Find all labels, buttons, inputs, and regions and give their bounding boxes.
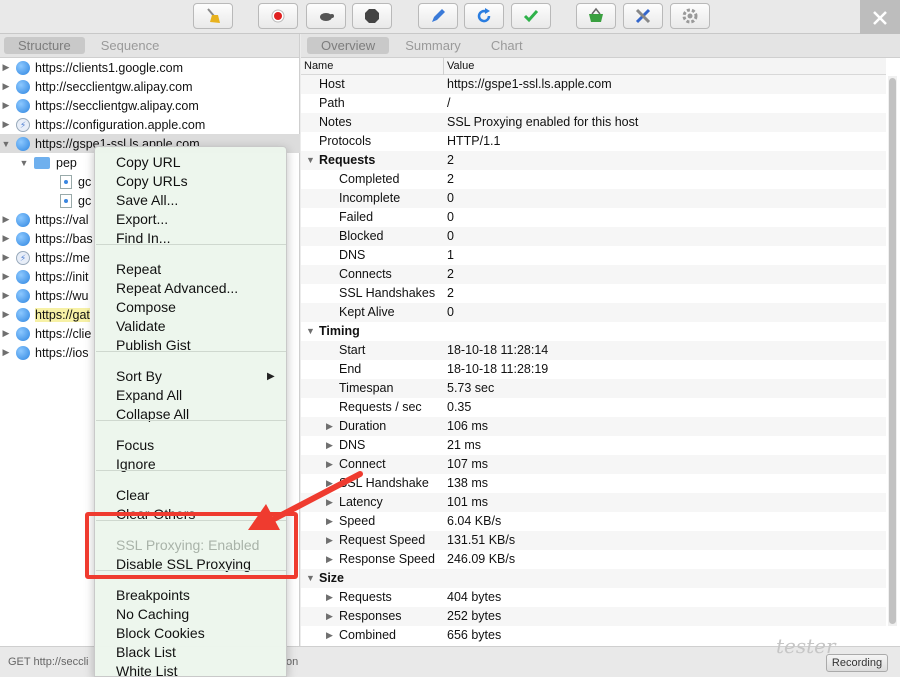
annotation-arrow — [248, 471, 363, 530]
